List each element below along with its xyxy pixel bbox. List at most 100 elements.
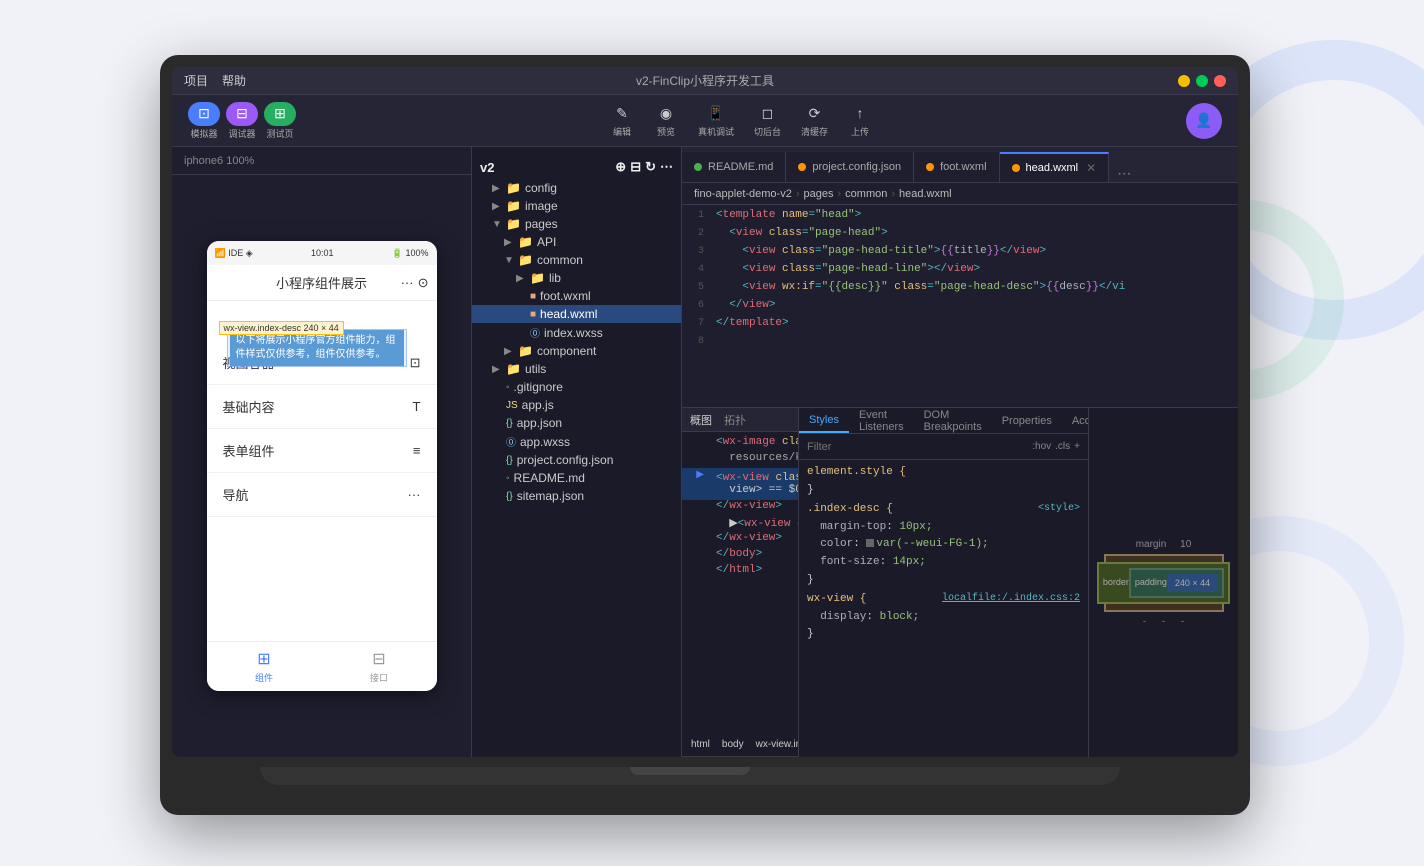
phone-menu-item-4[interactable]: 导航 ··· [207,473,437,517]
phone-tab-component-label: 组件 [255,671,273,684]
filter-plus[interactable]: + [1074,441,1080,452]
phone-tab-component-icon: ⊞ [254,649,274,669]
tab-footwxml[interactable]: foot.wxml [914,152,999,182]
testpage-icon: ⊞ [264,102,296,126]
tree-item-lib[interactable]: ▶ 📁 lib [472,269,681,287]
tab-dot-footwxml [926,163,934,171]
preview-action[interactable]: ◉ 预览 [654,103,678,138]
preview-icon: ◉ [654,103,678,123]
tree-item-foot-wxml[interactable]: ▶ ■ foot.wxml [472,287,681,305]
tree-item-appjs[interactable]: ▶ JS app.js [472,396,681,414]
tree-item-gitignore[interactable]: ▶ ◦ .gitignore [472,378,681,396]
tree-icon-2[interactable]: ⊟ [630,159,641,175]
user-avatar[interactable]: 👤 [1186,103,1222,139]
tree-item-config[interactable]: ▶ 📁 config [472,179,681,197]
phone-menu-item-2[interactable]: 基础内容 T [207,385,437,429]
bottom-line-content-3: <wx-view class="index-desc">以下将展示小程序官方组件… [712,468,798,484]
line-num-6: 6 [682,299,712,311]
tree-item-pages[interactable]: ▼ 📁 pages [472,215,681,233]
tab-readme[interactable]: README.md [682,152,786,182]
breadcrumb-sep-3: › [891,188,895,200]
styles-tab-dom[interactable]: DOM Breakpoints [914,408,992,433]
color-swatch [866,539,874,547]
file-tree-panel: v2 ⊕ ⊟ ↻ ⋯ ▶ 📁 config ▶ [472,147,682,757]
tree-item-appwxss[interactable]: ▶ ⓪ app.wxss [472,432,681,451]
menu-item-help[interactable]: 帮助 [222,72,246,89]
styles-tab-a11y[interactable]: Accessibility [1062,408,1088,433]
close-button[interactable] [1214,75,1226,87]
breadcrumb-file: head.wxml [899,188,952,200]
style-closing-desc: } [807,574,814,586]
line-num-4: 4 [682,263,712,275]
tree-item-appjson[interactable]: ▶ {} app.json [472,414,681,432]
maximize-button[interactable] [1196,75,1208,87]
tree-icon-4[interactable]: ⋯ [660,159,673,175]
upload-icon: ↑ [848,103,872,123]
style-selector-wxview: wx-view { [807,593,866,605]
phone-tab-api[interactable]: ⊟ 接口 [369,649,389,684]
tree-item-common[interactable]: ▼ 📁 common [472,251,681,269]
bottom-code-view[interactable]: <wx-image class="index-logo" src="../res… [682,432,798,733]
styles-tab-styles[interactable]: Styles [799,408,849,433]
simulator-button[interactable]: ⊡ 模拟器 [188,102,220,140]
folder-icon-api: 📁 [518,235,533,249]
tree-item-component[interactable]: ▶ 📁 component [472,342,681,360]
styles-panel: Styles Event Listeners DOM Breakpoints P… [798,408,1088,757]
tree-item-api[interactable]: ▶ 📁 API [472,233,681,251]
tree-item-readme[interactable]: ▶ ◦ README.md [472,469,681,487]
menu-item-project[interactable]: 项目 [184,72,208,89]
tree-icon-3[interactable]: ↻ [645,159,656,175]
folder-icon-component: 📁 [518,344,533,358]
file-icon-index-wxss: ⓪ [530,325,540,340]
clear-cache-action[interactable]: ⟳ 清缓存 [801,103,828,138]
styles-tab-props[interactable]: Properties [992,408,1062,433]
code-view[interactable]: 1 <template name="head"> 2 <view class="… [682,205,1238,407]
testpage-button[interactable]: ⊞ 测试页 [264,102,296,140]
tree-item-index-wxss[interactable]: ▶ ⓪ index.wxss [472,323,681,342]
elem-tag-body[interactable]: body [717,737,749,752]
filter-cls[interactable]: .cls [1055,441,1070,452]
filter-hover[interactable]: :hov [1032,441,1051,452]
elem-tag-html[interactable]: html [686,737,715,752]
tab-close-headwxml[interactable]: ✕ [1086,161,1096,175]
elem-tag-wxview-index[interactable]: wx-view.index [751,737,798,752]
phone-home-icon[interactable]: ⊙ [418,275,429,291]
upload-action[interactable]: ↑ 上传 [848,103,872,138]
devtools-tab-console[interactable]: 拓扑 [724,412,746,428]
phone-tab-component[interactable]: ⊞ 组件 [254,649,274,684]
tree-item-sitemapjson[interactable]: ▶ {} sitemap.json [472,487,681,505]
debugger-button[interactable]: ⊟ 调试器 [226,102,258,140]
upload-label: 上传 [851,125,869,138]
bottom-line-4: view> == $0 [682,484,798,500]
minimize-button[interactable] [1178,75,1190,87]
edit-action[interactable]: ✎ 编辑 [610,103,634,138]
background-action[interactable]: ◻ 切后台 [754,103,781,138]
bottom-line-num-3: ▶ [682,468,712,484]
style-link-wxview[interactable]: localfile:/.index.css:2 [942,591,1080,607]
tree-item-projectjson[interactable]: ▶ {} project.config.json [472,451,681,469]
tree-item-head-wxml[interactable]: ▶ ■ head.wxml [472,305,681,323]
line-num-1: 1 [682,209,712,221]
file-icon-sitemapjson: {} [506,491,513,502]
file-icon-readme: ◦ [506,473,510,484]
bottom-line-3: ▶ <wx-view class="index-desc">以下将展示小程序官方… [682,468,798,484]
devtools-tab-elements[interactable]: 概图 [690,412,712,428]
tab-projectconfig[interactable]: project.config.json [786,152,914,182]
tree-item-utils[interactable]: ▶ 📁 utils [472,360,681,378]
tree-item-image[interactable]: ▶ 📁 image [472,197,681,215]
phone-more-icon[interactable]: ··· [401,275,414,291]
filter-input[interactable] [807,441,1024,453]
phone-menu-item-3[interactable]: 表单组件 ≡ [207,429,437,473]
styles-tab-events[interactable]: Event Listeners [849,408,914,433]
tree-icon-1[interactable]: ⊕ [615,159,626,175]
tab-dot-projectconfig [798,163,806,171]
bottom-line-num-1 [682,436,712,452]
tab-headwxml[interactable]: head.wxml ✕ [1000,152,1110,182]
device-debug-action[interactable]: 📱 真机调试 [698,103,734,138]
phone-carrier: 📶 IDE ◈ [215,248,253,259]
tab-more[interactable]: ⋯ [1109,165,1139,182]
tree-label-common: common [537,253,583,267]
code-line-3: 3 <view class="page-head-title">{{title}… [682,245,1238,263]
bottom-line-num-5 [682,500,712,516]
bottom-line-2: resources/kind/logo.png">_</wx-image> [682,452,798,468]
